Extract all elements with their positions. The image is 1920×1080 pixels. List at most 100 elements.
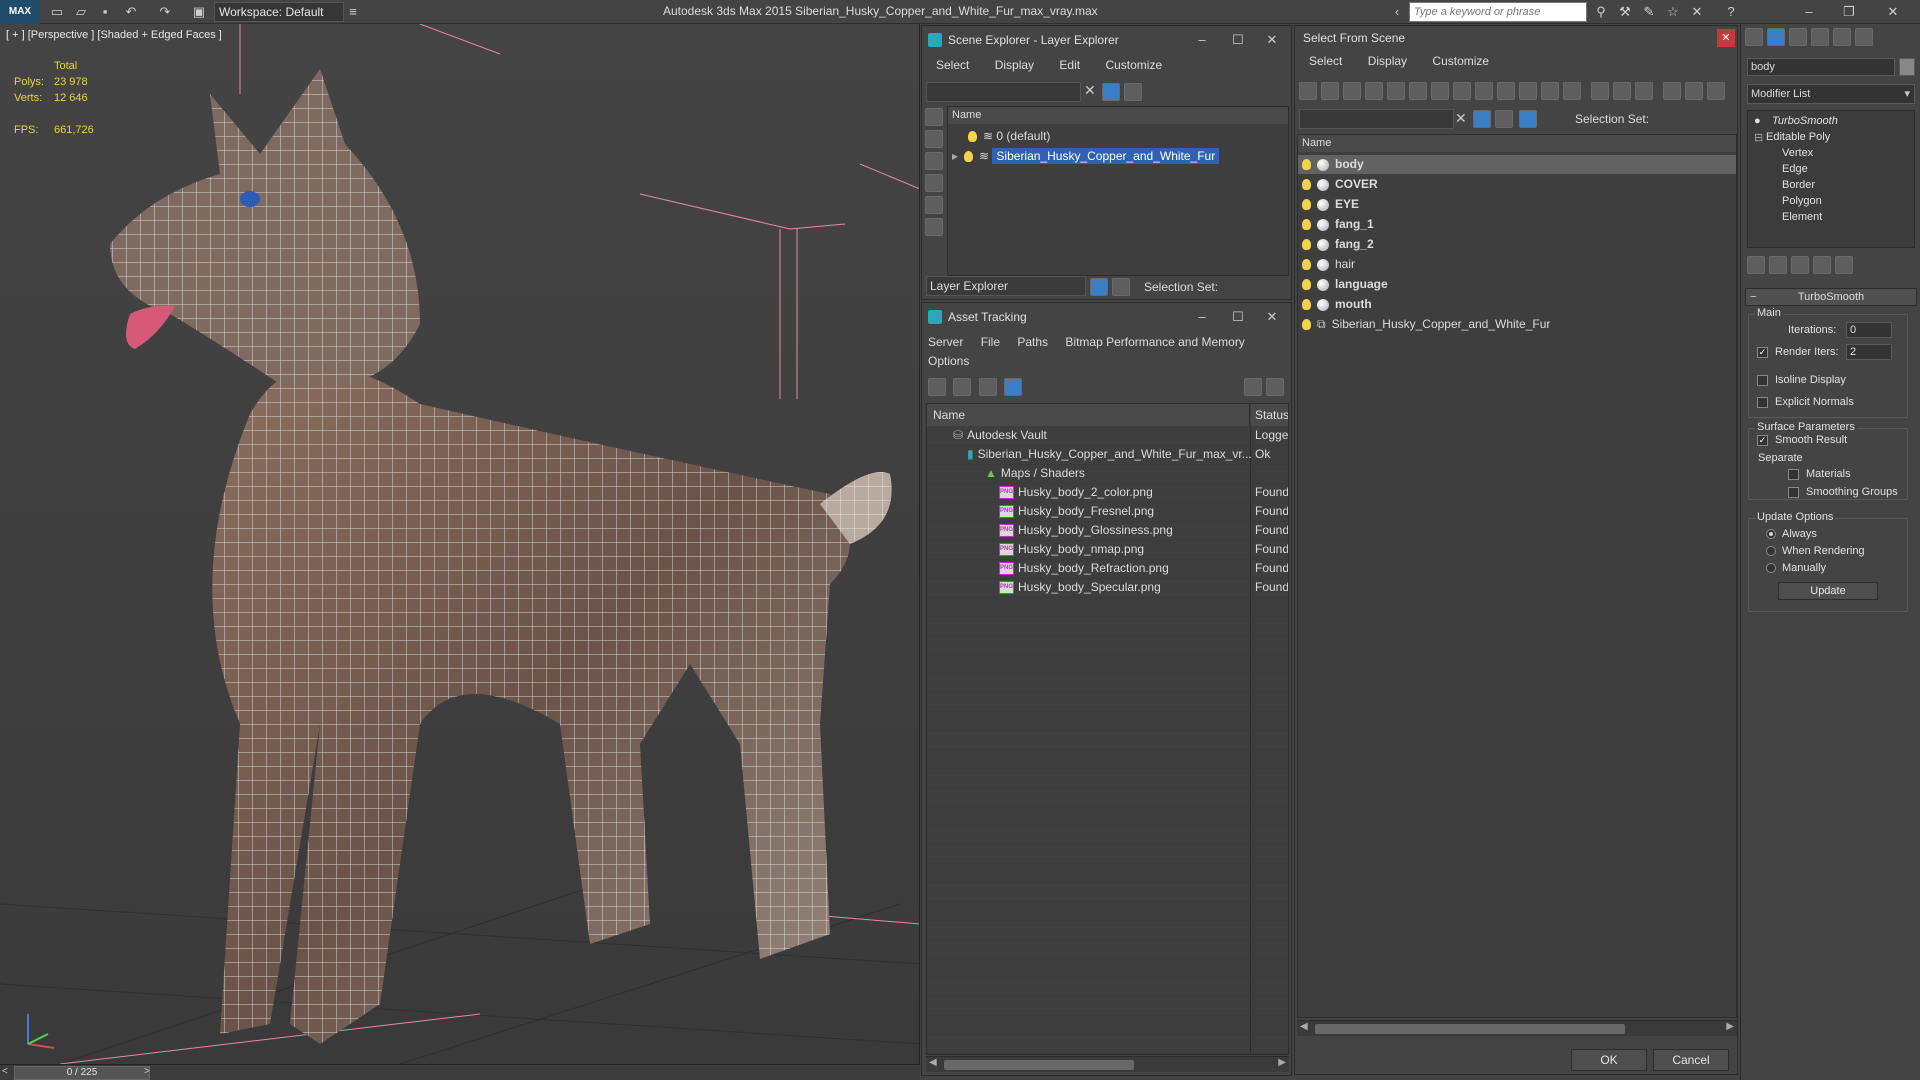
lightbulb-icon[interactable] [964,151,974,163]
column-header-name[interactable]: Name [948,107,1288,124]
lightbulb-icon[interactable] [1302,279,1311,291]
scrollbar-thumb[interactable] [944,1060,1134,1070]
smooth-result-checkbox[interactable]: ✓ [1757,434,1774,446]
stack-item-editable-poly[interactable]: Editable Poly [1766,131,1830,143]
explicit-normals-checkbox[interactable] [1757,396,1774,408]
materials-checkbox[interactable] [1788,468,1805,480]
redo-icon[interactable]: ↷ [156,3,174,21]
scene-explorer-search-input[interactable] [926,82,1081,102]
select-invert-icon[interactable] [1635,82,1653,100]
filter-icon[interactable] [1473,110,1495,128]
maximize-icon[interactable]: ❐ [1840,3,1858,21]
configure-sets-icon[interactable] [1835,256,1853,274]
pin-stack-icon[interactable] [1747,256,1765,274]
display-all-icon[interactable] [1563,82,1581,100]
display-geometry-icon[interactable] [1299,82,1317,100]
display-xrefs-icon[interactable] [1453,82,1471,100]
menu-server[interactable]: Server [928,335,963,349]
prev-frame-button[interactable]: < [2,1066,8,1077]
utilities-tab-icon[interactable] [1855,28,1873,46]
scroll-right-icon[interactable]: ▶ [1278,1057,1286,1068]
minimize-icon[interactable]: – [1187,26,1217,54]
display-geometry-icon[interactable] [925,108,943,126]
modify-tab-icon[interactable] [1767,28,1785,46]
save-icon[interactable]: ▪ [96,3,114,21]
select-search-input[interactable] [1299,109,1454,129]
lightbulb-icon[interactable] [1302,319,1311,331]
scrollbar-thumb[interactable] [1315,1024,1625,1034]
asset-row[interactable]: ▲ Maps / Shaders [985,464,1085,483]
motion-tab-icon[interactable] [1811,28,1829,46]
expand-arrow-icon[interactable]: ▸ [952,149,958,163]
hierarchy-tab-icon[interactable] [1789,28,1807,46]
workspace-menu-icon[interactable]: ≡ [344,3,362,21]
menu-options[interactable]: Options [928,354,969,368]
stack-item-border[interactable]: Border [1782,179,1815,191]
select-none-icon[interactable] [1613,82,1631,100]
asset-row[interactable]: PNG Husky_body_Specular.png [999,578,1161,597]
display-cameras-icon[interactable] [925,174,943,192]
sort-icon[interactable] [1685,82,1703,100]
search-arrow-icon[interactable]: ‹ [1388,3,1406,21]
display-warps-icon[interactable] [1409,82,1427,100]
display-helpers-icon[interactable] [925,196,943,214]
menu-edit[interactable]: Edit [1059,58,1080,72]
explorer-type-dropdown[interactable]: Layer Explorer [926,276,1086,296]
filter-icon[interactable] [1102,83,1124,101]
remove-modifier-icon[interactable] [1813,256,1831,274]
subscription-icon[interactable]: ⚒ [1616,3,1634,21]
isoline-checkbox[interactable] [1757,374,1774,386]
layers-icon[interactable] [1124,83,1146,101]
display-shapes-icon[interactable] [925,130,943,148]
lightbulb-icon[interactable] [1302,259,1311,271]
menu-bitmap-performance[interactable]: Bitmap Performance and Memory [1065,335,1244,349]
expand-icon[interactable]: ⊟ [1754,131,1763,144]
iterations-spinner[interactable]: 0 [1846,322,1892,338]
menu-paths[interactable]: Paths [1017,335,1048,349]
stack-item-element[interactable]: Element [1782,211,1822,223]
stack-item-turbosmooth[interactable]: TurboSmooth [1772,115,1838,127]
asset-row[interactable]: PNG Husky_body_nmap.png [999,540,1144,559]
scene-explorer-titlebar[interactable]: Scene Explorer - Layer Explorer – ☐ ✕ [922,26,1291,54]
display-frozen-icon[interactable] [1519,82,1537,100]
viewport-label[interactable]: [ + ] [Perspective ] [Shaded + Edged Fac… [6,29,222,41]
object-row-group[interactable]: ⧉ Siberian_Husky_Copper_and_White_Fur [1298,315,1550,334]
display-hidden-icon[interactable] [1541,82,1559,100]
lightbulb-icon[interactable] [1302,179,1311,191]
asset-row[interactable]: PNG Husky_body_2_color.png [999,483,1153,502]
open-icon[interactable]: ▱ [72,3,90,21]
menu-file[interactable]: File [981,335,1000,349]
render-iters-spinner[interactable]: 2 [1846,344,1892,360]
lightbulb-icon[interactable] [1302,299,1311,311]
display-containers-icon[interactable] [1497,82,1515,100]
make-unique-icon[interactable] [1791,256,1809,274]
minimize-icon[interactable]: – [1800,3,1818,21]
hierarchy-icon[interactable] [1112,278,1134,296]
help-icon[interactable]: ? [1722,3,1740,21]
update-button[interactable]: Update [1778,582,1878,600]
menu-display[interactable]: Display [1368,54,1407,68]
binoculars-icon[interactable]: ⚲ [1592,3,1610,21]
lightbulb-icon[interactable] [968,131,977,143]
table-view-icon[interactable] [1004,378,1023,396]
smoothing-groups-checkbox[interactable] [1788,486,1805,498]
menu-customize[interactable]: Customize [1432,54,1489,68]
render-iters-checkbox[interactable]: ✓ [1757,346,1774,358]
modifier-list-dropdown[interactable]: Modifier List ▾ [1747,84,1915,104]
filter-icon[interactable] [1663,82,1681,100]
asset-row[interactable]: PNG Husky_body_Glossiness.png [999,521,1173,540]
next-frame-button[interactable]: > [144,1066,150,1077]
object-color-swatch[interactable] [1899,58,1915,76]
menu-select[interactable]: Select [1309,54,1342,68]
new-icon[interactable]: ▭ [48,3,66,21]
stack-item-polygon[interactable]: Polygon [1782,195,1822,207]
thumbnail-view-icon[interactable] [978,378,997,396]
object-row-hair[interactable]: hair [1298,255,1355,274]
close-icon[interactable]: ✕ [1884,3,1902,21]
show-end-result-icon[interactable] [1769,256,1787,274]
column-header-name[interactable]: Name [927,404,1250,426]
lightbulb-icon[interactable] [1302,239,1311,251]
select-from-scene-titlebar[interactable]: Select From Scene ✕ [1295,26,1737,50]
object-row-body[interactable]: body [1298,155,1736,174]
create-tab-icon[interactable] [1745,28,1763,46]
